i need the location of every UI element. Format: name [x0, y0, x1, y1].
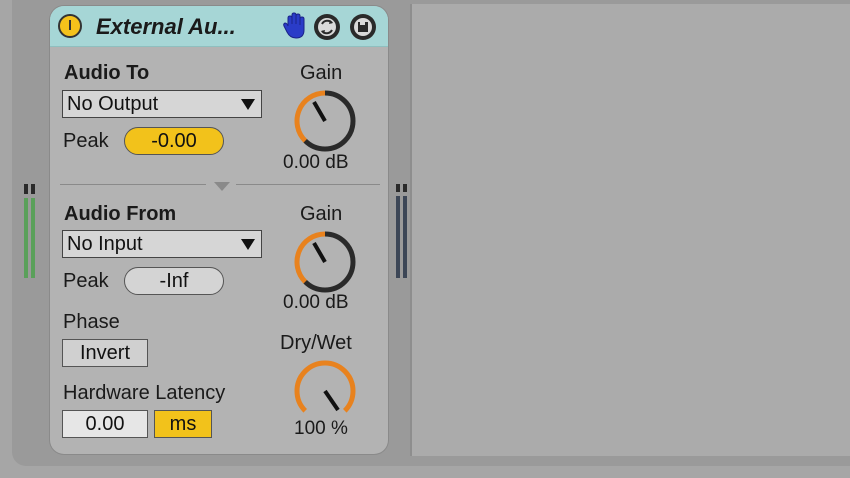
device-title-bar[interactable]: External Au... [50, 6, 388, 47]
gain-out-knob[interactable] [290, 86, 360, 156]
input-meter-right [31, 184, 35, 278]
chevron-down-icon [241, 99, 255, 110]
output-meter-left [396, 184, 400, 278]
audio-to-peak-label: Peak [63, 130, 109, 152]
device-title: External Au... [96, 14, 236, 39]
drywet-label: Dry/Wet [280, 332, 352, 354]
audio-from-dropdown[interactable]: No Input [62, 230, 262, 258]
audio-to-value: No Output [67, 93, 159, 115]
invert-button[interactable]: Invert [62, 339, 148, 367]
latency-unit-ms-button[interactable]: ms [154, 410, 212, 438]
section-divider [60, 184, 206, 185]
audio-to-peak-display[interactable]: -0.00 [124, 127, 224, 155]
gain-in-value: 0.00 dB [283, 292, 349, 313]
hardware-latency-label: Hardware Latency [63, 382, 226, 404]
gain-in-knob[interactable] [290, 227, 360, 297]
output-meter-right [403, 184, 407, 278]
audio-from-peak-label: Peak [63, 270, 109, 292]
chevron-down-icon [241, 239, 255, 250]
audio-from-label: Audio From [64, 203, 177, 225]
empty-device-drop-area[interactable] [410, 4, 850, 456]
save-icon[interactable] [350, 14, 376, 40]
audio-from-value: No Input [67, 233, 143, 255]
triangle-down-icon[interactable] [214, 182, 230, 191]
gain-out-label: Gain [300, 62, 343, 84]
external-audio-effect-device: External Au... Audio To No Output Peak -… [50, 6, 388, 454]
drywet-knob[interactable] [290, 356, 360, 426]
section-divider-right [236, 184, 380, 185]
latency-value-field[interactable]: 0.00 [62, 410, 148, 438]
gain-in-label: Gain [300, 203, 343, 225]
gain-out-value: 0.00 dB [283, 152, 349, 173]
power-icon[interactable] [58, 14, 82, 38]
hand-icon[interactable] [282, 12, 308, 40]
hotswap-icon[interactable] [314, 14, 340, 40]
drywet-value: 100 % [294, 418, 348, 439]
phase-label: Phase [63, 311, 120, 333]
audio-from-peak-display[interactable]: -Inf [124, 267, 224, 295]
audio-to-label: Audio To [64, 62, 150, 84]
input-meter-left [24, 184, 28, 278]
audio-to-dropdown[interactable]: No Output [62, 90, 262, 118]
